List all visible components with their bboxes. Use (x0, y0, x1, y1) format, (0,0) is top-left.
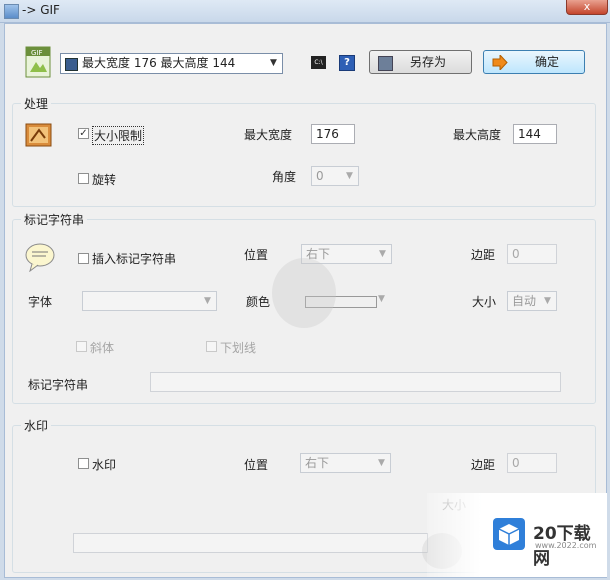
svg-text:GIF: GIF (31, 49, 43, 57)
marker-title: 标记字符串 (21, 211, 88, 228)
watermark-file-input[interactable] (73, 533, 428, 553)
angle-value: 0 (316, 169, 324, 183)
process-group: 处理 (12, 95, 596, 207)
watermark-checkbox[interactable] (78, 458, 89, 469)
title-bar: -> GIF (0, 0, 610, 23)
max-width-input[interactable]: 176 (311, 124, 355, 144)
underline-label: 下划线 (220, 341, 257, 355)
preset-select[interactable]: 最大宽度 176 最大高度 144 ▼ (60, 53, 283, 74)
rotate-label: 旋转 (92, 173, 117, 187)
chevron-down-icon: ▼ (270, 58, 277, 68)
chevron-down-icon: ▼ (204, 296, 211, 306)
ok-label: 确定 (535, 55, 560, 69)
ok-button[interactable]: 确定 (483, 50, 585, 74)
mascot-watermark-image (272, 258, 336, 328)
watermark-title: 水印 (21, 417, 52, 434)
insert-marker-label: 插入标记字符串 (92, 252, 177, 266)
watermark-position-label: 位置 (244, 458, 269, 472)
max-height-input[interactable]: 144 (513, 124, 557, 144)
marker-string-label: 标记字符串 (28, 378, 89, 392)
chevron-down-icon: ▼ (544, 296, 551, 306)
marker-position-label: 位置 (244, 248, 269, 262)
saveas-button[interactable]: 另存为 (369, 50, 472, 74)
marker-size-value: 自动 (512, 294, 537, 308)
help-icon[interactable]: ? (339, 55, 355, 71)
close-button[interactable]: x (566, 0, 608, 15)
brand-url: www.2022.com (535, 541, 597, 550)
process-title: 处理 (21, 95, 52, 112)
window-title: -> GIF (22, 3, 60, 17)
rotate-checkbox[interactable] (78, 173, 89, 184)
saveas-label: 另存为 (410, 55, 447, 69)
insert-marker-checkbox[interactable] (78, 253, 89, 264)
marker-size-select[interactable]: 自动 ▼ (507, 291, 557, 311)
italic-label: 斜体 (90, 341, 115, 355)
cube-logo-icon (493, 518, 525, 550)
italic-checkbox[interactable] (76, 341, 87, 352)
marker-string-input[interactable] (150, 372, 561, 392)
save-icon (378, 56, 393, 71)
command-icon[interactable]: C:\ (311, 56, 326, 69)
arrow-right-icon (492, 55, 508, 70)
watermark-position-select[interactable]: 右下 ▼ (300, 453, 391, 473)
font-label: 字体 (28, 295, 53, 309)
speech-bubble-icon (25, 243, 55, 272)
chevron-down-icon: ▼ (378, 458, 385, 468)
watermark-position-value: 右下 (305, 456, 330, 470)
font-select[interactable]: ▼ (82, 291, 217, 311)
size-limit-label: 大小限制 (92, 126, 145, 145)
marker-margin-input[interactable]: 0 (507, 244, 557, 264)
chevron-down-icon: ▼ (378, 294, 385, 304)
size-limit-checkbox[interactable]: ✓ (78, 128, 89, 139)
watermark-margin-input[interactable]: 0 (507, 453, 557, 473)
image-edit-icon (25, 123, 52, 147)
watermark-label: 水印 (92, 458, 117, 472)
max-width-label: 最大宽度 (244, 128, 293, 142)
chevron-down-icon: ▼ (379, 249, 386, 259)
max-height-label: 最大高度 (453, 128, 502, 142)
marker-margin-label: 边距 (471, 248, 496, 262)
marker-size-label: 大小 (472, 295, 497, 309)
gif-file-icon: GIF (25, 46, 51, 78)
watermark-margin-label: 边距 (471, 458, 496, 472)
angle-label: 角度 (272, 170, 297, 184)
preset-value: 最大宽度 176 最大高度 144 (82, 56, 236, 70)
chevron-down-icon: ▼ (346, 171, 353, 181)
site-watermark: 20下载网 www.2022.com (427, 493, 607, 577)
color-label: 颜色 (246, 295, 271, 309)
angle-select[interactable]: 0 ▼ (311, 166, 359, 186)
floppy-icon (65, 58, 78, 71)
app-icon (4, 4, 19, 19)
underline-checkbox[interactable] (206, 341, 217, 352)
